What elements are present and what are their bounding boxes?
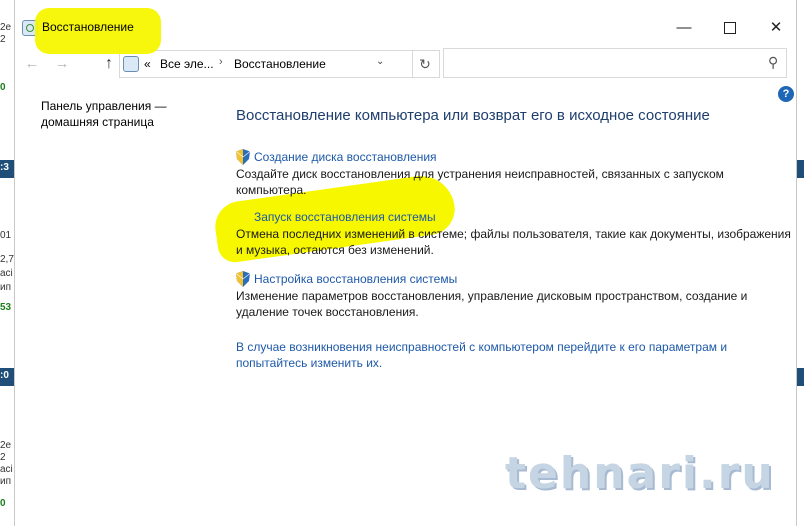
task-description: Изменение параметров восстановления, упр… [236,289,748,319]
sidebar-home-link[interactable]: Панель управления — домашняя страница [41,98,181,130]
bg-text: 0 [0,82,6,93]
up-button[interactable]: ↑ [98,53,120,75]
address-bar[interactable]: « Все эле... › Восстановление ⌄ [119,50,413,78]
breadcrumb-item-recovery[interactable]: Восстановление [234,57,326,71]
minimize-icon: — [676,19,692,36]
help-icon[interactable]: ? [778,86,794,102]
arrow-up-icon: ↑ [105,55,113,72]
bg-text: 2 [0,452,6,463]
bg-text: ип [0,282,12,293]
bg-text: асі [0,268,13,279]
configure-system-restore-link[interactable]: Настройка восстановления системы [254,272,457,286]
uac-shield-icon [236,149,250,165]
arrow-left-icon: ← [24,55,40,72]
watermark-logo: tehnari.ru [505,448,775,499]
back-button[interactable]: ← [21,53,43,75]
bg-bar [796,368,804,386]
task-description: Создайте диск восстановления для устране… [236,167,724,197]
bg-text: 2e [0,22,12,33]
uac-shield-icon [236,271,250,287]
recovery-window: Восстановление — ✕ ← → ↑ « Все эле... › … [14,0,797,526]
page-title: Восстановление компьютера или возврат ег… [236,107,710,124]
arrow-right-icon: → [54,55,70,72]
bg-bar [796,160,804,178]
bg-text: :0 [0,370,9,381]
minimize-button[interactable]: — [661,14,707,42]
maximize-button[interactable] [707,14,753,42]
bg-text: 53 [0,302,12,313]
close-button[interactable]: ✕ [753,14,799,42]
breadcrumb-overflow[interactable]: « [144,57,151,71]
close-icon: ✕ [769,19,783,36]
bg-text: 2,7 [0,254,14,265]
chevron-right-icon[interactable]: › [219,56,223,68]
start-system-restore-link[interactable]: Запуск восстановления системы [254,210,436,224]
refresh-button[interactable]: ↻ [411,50,440,78]
maximize-icon [724,22,736,35]
bg-text: 2e [0,440,12,451]
search-icon: ⚲ [767,54,778,70]
refresh-icon: ↻ [419,56,431,72]
window-title: Восстановление [42,20,134,34]
search-input[interactable]: ⚲ [443,48,787,78]
bg-text: 01 [0,230,12,241]
bg-text: 2 [0,34,6,45]
task-description: Отмена последних изменений в системе; фа… [236,227,791,257]
background-window-left: 2e 2 0 :3 01 2,7 асі ип 53 :0 2e 2 асі и… [0,0,15,526]
create-recovery-drive-link[interactable]: Создание диска восстановления [254,150,437,164]
forward-button[interactable]: → [51,53,73,75]
breadcrumb-item-all-items[interactable]: Все эле... [160,57,214,71]
bg-text: асі [0,464,13,475]
recovery-icon [123,56,139,72]
bg-text: 0 [0,498,6,509]
troubleshoot-settings-link[interactable]: В случае возникновения неисправностей с … [236,339,776,371]
title-bar[interactable]: Восстановление — ✕ [15,0,799,54]
bg-text: ип [0,476,12,487]
bg-text: :3 [0,162,9,173]
chevron-down-icon[interactable]: ⌄ [376,56,384,67]
